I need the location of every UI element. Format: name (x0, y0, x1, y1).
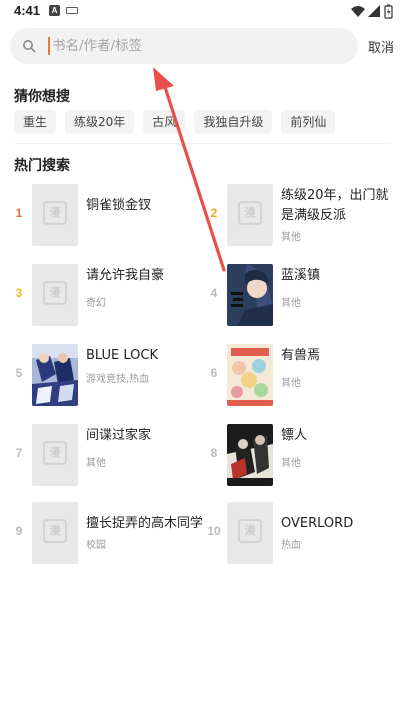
search-input[interactable] (52, 36, 342, 56)
placeholder-icon: 漫 (43, 281, 67, 305)
book-tag: 奇幻 (86, 298, 106, 309)
notification-a-icon: A (49, 5, 60, 16)
book-cover: 漫 (227, 184, 273, 246)
placeholder-icon: 漫 (238, 201, 262, 225)
hot-item[interactable]: 6 有兽焉 其他 (205, 342, 395, 408)
cover-art-youshouyan (227, 344, 273, 406)
hot-item[interactable]: 5 BLUE LOCK 游戏竞技,热血 (10, 342, 200, 408)
placeholder-icon: 漫 (43, 201, 67, 225)
book-tag: 其他 (281, 458, 301, 469)
hot-item[interactable]: 1 漫 铜雀锁金钗 (10, 182, 200, 248)
hot-item[interactable]: 8 镖人 其他 (205, 422, 395, 488)
hot-item[interactable]: 9 漫 擅长捉弄的高木同学 校园 (10, 500, 203, 566)
rank-number: 2 (210, 206, 218, 220)
book-title: 间谍过家家 (86, 428, 152, 443)
status-bar: 4:41 A (0, 0, 405, 24)
guess-chips: 重生 练级20年 古风 我独自升级 前列仙 (14, 110, 399, 134)
guess-chip[interactable]: 我独自升级 (194, 110, 273, 134)
rank-number: 4 (210, 286, 218, 300)
book-tag: 其他 (281, 298, 301, 309)
book-title: BLUE LOCK (86, 348, 158, 363)
search-icon (23, 40, 36, 53)
placeholder-icon: 漫 (238, 519, 262, 543)
book-cover: 漫 (32, 502, 78, 564)
book-tag: 其他 (281, 378, 301, 389)
hot-section-title: 热门搜索 (14, 158, 70, 174)
search-bar: 取消 (0, 28, 405, 66)
cover-art-lanxi (227, 264, 273, 326)
rank-number: 8 (210, 446, 218, 460)
wifi-icon (351, 6, 365, 17)
guess-chip[interactable]: 重生 (14, 110, 57, 134)
hot-item[interactable]: 4 蓝溪镇 其他 (205, 262, 395, 328)
rank-number: 7 (15, 446, 23, 460)
hot-list: 1 漫 铜雀锁金钗 2 漫 练级20年，出门就是满级反派 其他 3 漫 请允许我… (0, 182, 405, 672)
hot-item[interactable]: 3 漫 请允许我自豪 奇幻 (10, 262, 200, 328)
book-tag: 热血 (281, 540, 301, 551)
book-title: 镖人 (281, 428, 308, 443)
book-cover (227, 424, 273, 486)
book-tag: 其他 (86, 458, 106, 469)
placeholder-icon: 漫 (43, 519, 67, 543)
guess-chip[interactable]: 古风 (143, 110, 186, 134)
guess-chip[interactable]: 前列仙 (281, 110, 336, 134)
book-title: 请允许我自豪 (86, 268, 165, 283)
rank-number: 9 (15, 524, 23, 538)
status-time: 4:41 (14, 3, 41, 18)
guess-section-title: 猜你想搜 (14, 89, 70, 105)
book-tag: 校园 (86, 540, 106, 551)
cover-art-biaoren (227, 424, 273, 486)
battery-icon (384, 4, 393, 19)
rank-number: 3 (15, 286, 23, 300)
placeholder-icon: 漫 (43, 441, 67, 465)
book-title: OVERLORD (281, 516, 354, 531)
search-box[interactable] (10, 28, 358, 64)
rank-number: 10 (207, 524, 221, 538)
book-tag: 游戏竞技,热血 (86, 374, 150, 385)
signal-icon (368, 5, 380, 17)
book-cover: 漫 (32, 264, 78, 326)
rank-number: 6 (210, 366, 218, 380)
cover-art-bluelock (32, 344, 78, 406)
book-cover (227, 264, 273, 326)
book-cover (32, 344, 78, 406)
book-cover (227, 344, 273, 406)
rank-number: 5 (15, 366, 23, 380)
book-cover: 漫 (32, 184, 78, 246)
status-icons (351, 4, 393, 19)
hot-item[interactable]: 7 漫 间谍过家家 其他 (10, 422, 200, 488)
hot-item[interactable]: 2 漫 练级20年，出门就是满级反派 其他 (205, 182, 395, 248)
book-title: 擅长捉弄的高木同学 (86, 516, 204, 531)
keyboard-icon (66, 7, 78, 14)
text-cursor (48, 37, 50, 55)
book-title: 蓝溪镇 (281, 268, 321, 283)
book-title: 练级20年，出门就是满级反派 (281, 188, 389, 223)
book-cover: 漫 (32, 424, 78, 486)
cancel-button[interactable]: 取消 (368, 37, 394, 56)
rank-number: 1 (15, 206, 23, 220)
divider (14, 143, 391, 144)
book-title: 铜雀锁金钗 (86, 198, 152, 213)
book-title: 有兽焉 (281, 348, 321, 363)
guess-chip[interactable]: 练级20年 (65, 110, 135, 134)
hot-item[interactable]: 10 漫 OVERLORD 热血 (205, 500, 395, 566)
book-tag: 其他 (281, 232, 301, 243)
book-cover: 漫 (227, 502, 273, 564)
